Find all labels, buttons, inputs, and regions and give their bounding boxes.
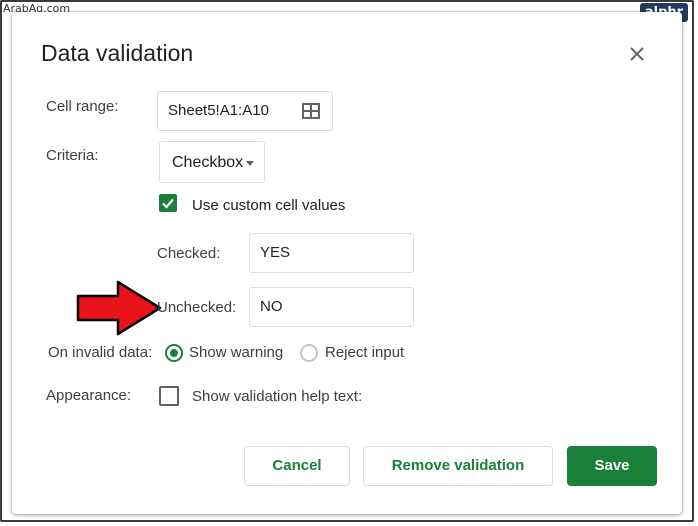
- grid-select-icon[interactable]: [302, 103, 320, 119]
- show-warning-label: Show warning: [189, 344, 284, 361]
- custom-values-label: Use custom cell values: [192, 197, 346, 214]
- checked-value-input[interactable]: YES: [249, 233, 414, 273]
- dialog-title: Data validation: [41, 40, 194, 66]
- checked-value: YES: [260, 244, 291, 261]
- help-text-label: Show validation help text:: [192, 388, 363, 405]
- unchecked-value-input[interactable]: NO: [249, 287, 414, 327]
- invalid-data-label: On invalid data:: [48, 344, 153, 361]
- unchecked-value: NO: [260, 298, 283, 315]
- checked-label: Checked:: [157, 245, 221, 262]
- cancel-button[interactable]: Cancel: [244, 446, 350, 486]
- reject-input-label: Reject input: [325, 344, 405, 361]
- checkmark-icon: [162, 198, 174, 209]
- reject-input-radio[interactable]: [300, 344, 318, 362]
- cell-range-value: Sheet5!A1:A10: [168, 102, 269, 119]
- custom-values-checkbox[interactable]: [159, 194, 177, 212]
- criteria-selected: Checkbox: [172, 154, 244, 171]
- unchecked-label: Unchecked:: [157, 299, 237, 316]
- caret-down-icon: [246, 161, 254, 166]
- help-text-checkbox[interactable]: [159, 386, 179, 406]
- criteria-label: Criteria:: [46, 147, 99, 164]
- close-icon[interactable]: [625, 42, 649, 66]
- show-warning-radio[interactable]: [165, 344, 183, 362]
- appearance-label: Appearance:: [46, 387, 132, 404]
- cell-range-label: Cell range:: [46, 98, 119, 115]
- red-arrow-annotation: [76, 280, 162, 336]
- cell-range-input[interactable]: Sheet5!A1:A10: [157, 91, 333, 131]
- save-button[interactable]: Save: [567, 446, 657, 486]
- criteria-dropdown[interactable]: Checkbox: [159, 141, 265, 183]
- data-validation-dialog: Data validation Cell range: Sheet5!A1:A1…: [12, 12, 682, 514]
- remove-validation-button[interactable]: Remove validation: [363, 446, 553, 486]
